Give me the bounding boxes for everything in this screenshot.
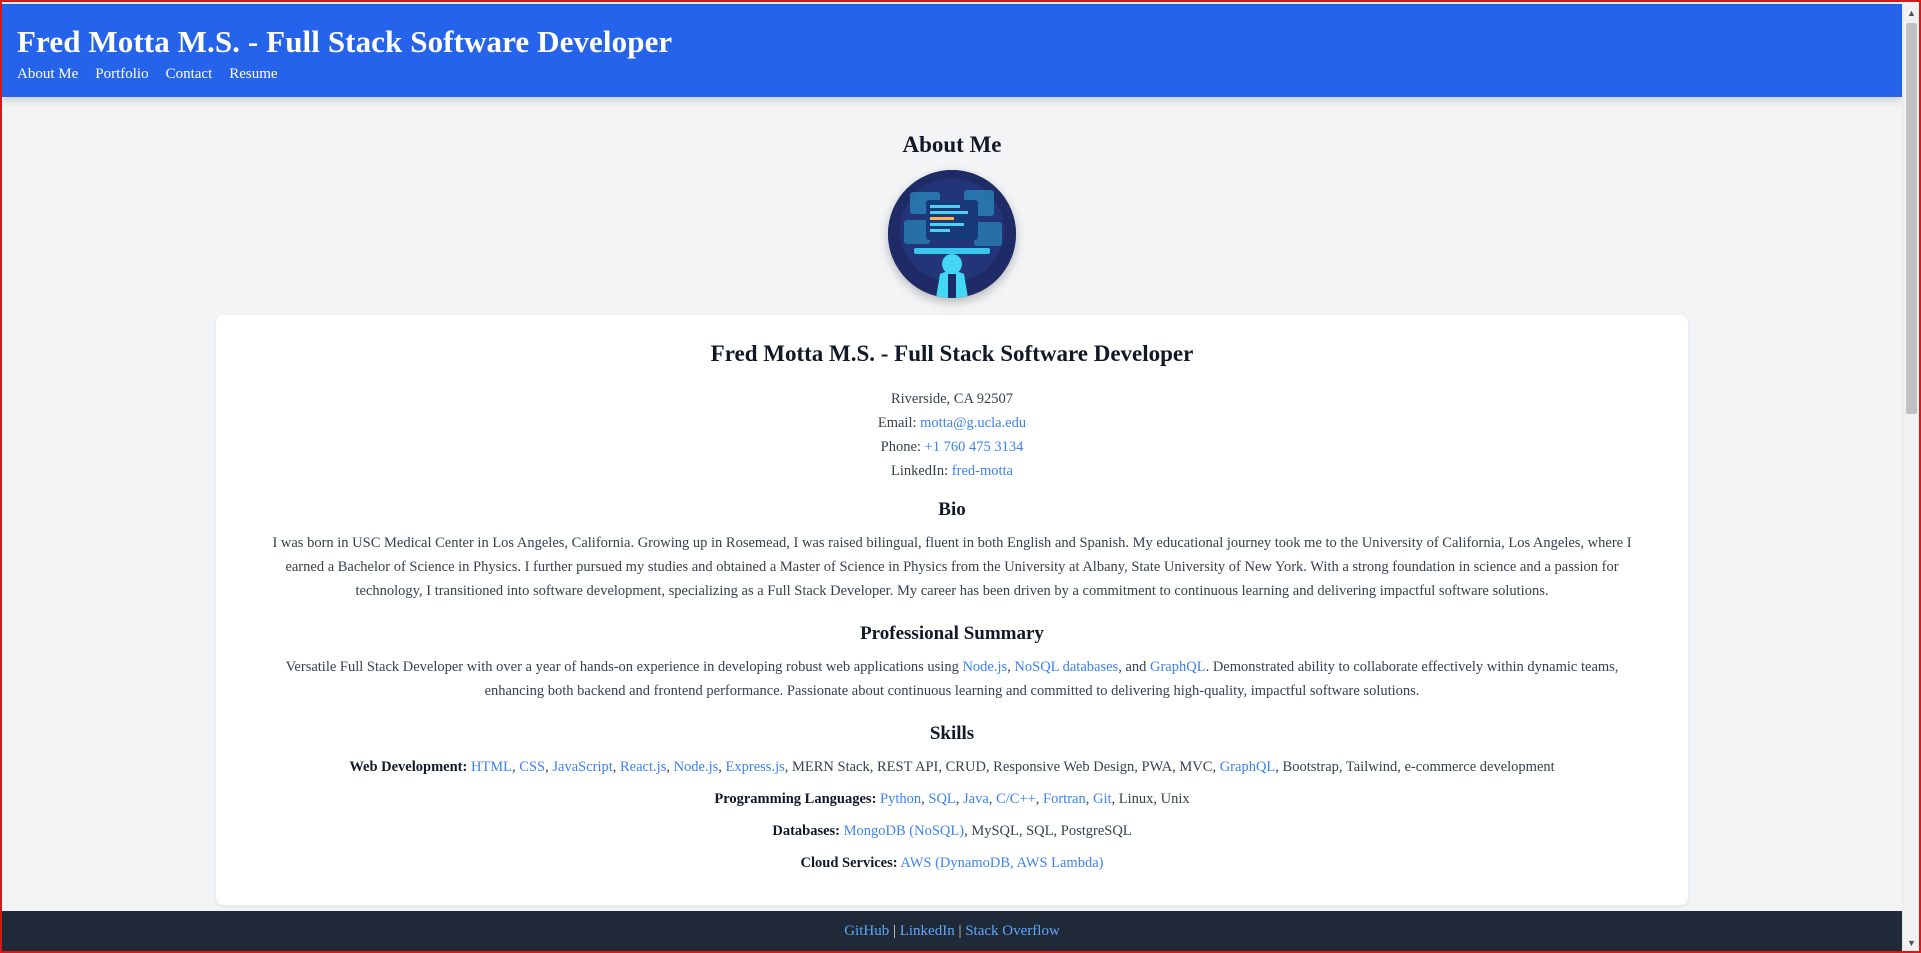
skills-web-row: Web Development: HTML, CSS, JavaScript, … (349, 759, 1555, 775)
summary-intro: Versatile Full Stack Developer with over… (285, 659, 963, 675)
footer-stackoverflow-link[interactable]: Stack Overflow (965, 923, 1060, 939)
linkedin-row: LinkedIn: fred-motta (254, 459, 1650, 483)
skills-web-plain: , MERN Stack, REST API, CRUD, Responsive… (784, 759, 1220, 775)
location: Riverside, CA 92507 (890, 391, 1014, 407)
skill-link-git[interactable]: Git (1093, 791, 1112, 807)
linkedin-link[interactable]: fred-motta (952, 463, 1013, 479)
nav-resume[interactable]: Resume (229, 66, 277, 83)
nav-portfolio[interactable]: Portfolio (95, 66, 148, 83)
site-title: Fred Motta M.S. - Full Stack Software De… (17, 24, 673, 59)
skills-prog-label: Programming Languages: (714, 791, 877, 807)
scroll-down-arrow-icon[interactable]: ▼ (1903, 934, 1920, 951)
summary-link-nosql[interactable]: NoSQL databases (1014, 659, 1118, 675)
skill-link-python[interactable]: Python (880, 791, 921, 807)
profile-card: Fred Motta M.S. - Full Stack Software De… (216, 315, 1688, 905)
bio-heading: Bio (938, 499, 966, 520)
linkedin-label: LinkedIn: (890, 463, 949, 479)
skill-link-fortran[interactable]: Fortran (1043, 791, 1086, 807)
skills-heading: Skills (929, 723, 975, 744)
site-header: Fred Motta M.S. - Full Stack Software De… (2, 4, 1902, 97)
skill-link-nodejs[interactable]: Node.js (674, 759, 719, 775)
developer-illustration-icon (888, 170, 1016, 298)
vertical-scrollbar[interactable]: ▲ ▼ (1902, 4, 1919, 951)
main-nav: About Me Portfolio Contact Resume (17, 66, 1902, 83)
email-link[interactable]: motta@g.ucla.edu (920, 415, 1026, 431)
footer-separator: | (889, 923, 900, 939)
skill-link-expressjs[interactable]: Express.js (726, 759, 785, 775)
email-label: Email: (877, 415, 917, 431)
scroll-up-arrow-icon[interactable]: ▲ (1903, 4, 1920, 21)
skills-db-row: Databases: MongoDB (NoSQL), MySQL, SQL, … (254, 819, 1650, 843)
skills-db-label: Databases: (772, 823, 841, 839)
skill-link-css[interactable]: CSS (519, 759, 545, 775)
skills-cloud-row: Cloud Services: AWS (DynamoDB, AWS Lambd… (254, 851, 1650, 875)
summary-heading: Professional Summary (860, 623, 1044, 644)
skills-prog-row: Programming Languages: Python, SQL, Java… (714, 791, 1190, 807)
main-content: About Me Fred Motta M.S. - Full Stack So… (2, 97, 1902, 911)
skill-link-javascript[interactable]: JavaScript (552, 759, 612, 775)
skills-web-tail: , Bootstrap, Tailwind, e-commerce develo… (1275, 759, 1555, 775)
skills-web-label: Web Development: (349, 759, 468, 775)
skills-cloud-label: Cloud Services: (800, 855, 898, 871)
summary-link-nodejs[interactable]: Node.js (962, 659, 1007, 675)
nav-contact[interactable]: Contact (166, 66, 213, 83)
separator: , and (1118, 659, 1150, 675)
skills-db-tail: , MySQL, SQL, PostgreSQL (964, 823, 1132, 839)
skill-link-cpp[interactable]: C/C++ (996, 791, 1036, 807)
skill-link-html[interactable]: HTML (471, 759, 512, 775)
phone-row: Phone: +1 760 475 3134 (254, 435, 1650, 459)
profile-name: Fred Motta M.S. - Full Stack Software De… (710, 341, 1194, 366)
skill-link-reactjs[interactable]: React.js (620, 759, 666, 775)
skills-prog-tail: , Linux, Unix (1111, 791, 1190, 807)
footer-github-link[interactable]: GitHub (844, 923, 889, 939)
skill-link-mongodb[interactable]: MongoDB (NoSQL) (844, 823, 964, 839)
footer-separator: | (954, 923, 966, 939)
site-footer: GitHub | LinkedIn | Stack Overflow (2, 911, 1902, 951)
skill-link-aws[interactable]: AWS (DynamoDB, AWS Lambda) (900, 855, 1103, 871)
phone-link[interactable]: +1 760 475 3134 (925, 439, 1024, 455)
profile-avatar (888, 170, 1016, 298)
summary-link-graphql[interactable]: GraphQL (1150, 659, 1206, 675)
skill-link-java[interactable]: Java (963, 791, 989, 807)
contact-info: Riverside, CA 92507 Email: motta@g.ucla.… (254, 387, 1650, 483)
phone-label: Phone: (880, 439, 921, 455)
scrollbar-thumb[interactable] (1906, 23, 1917, 414)
skill-link-graphql[interactable]: GraphQL (1220, 759, 1276, 775)
email-row: Email: motta@g.ucla.edu (254, 411, 1650, 435)
about-me-heading: About Me (902, 132, 1002, 157)
skills-list: Web Development: HTML, CSS, JavaScript, … (254, 755, 1650, 875)
summary-text: Versatile Full Stack Developer with over… (254, 655, 1650, 703)
bio-text: I was born in USC Medical Center in Los … (272, 535, 1632, 599)
nav-about-me[interactable]: About Me (17, 66, 78, 83)
skill-link-sql[interactable]: SQL (928, 791, 955, 807)
footer-linkedin-link[interactable]: LinkedIn (900, 923, 955, 939)
